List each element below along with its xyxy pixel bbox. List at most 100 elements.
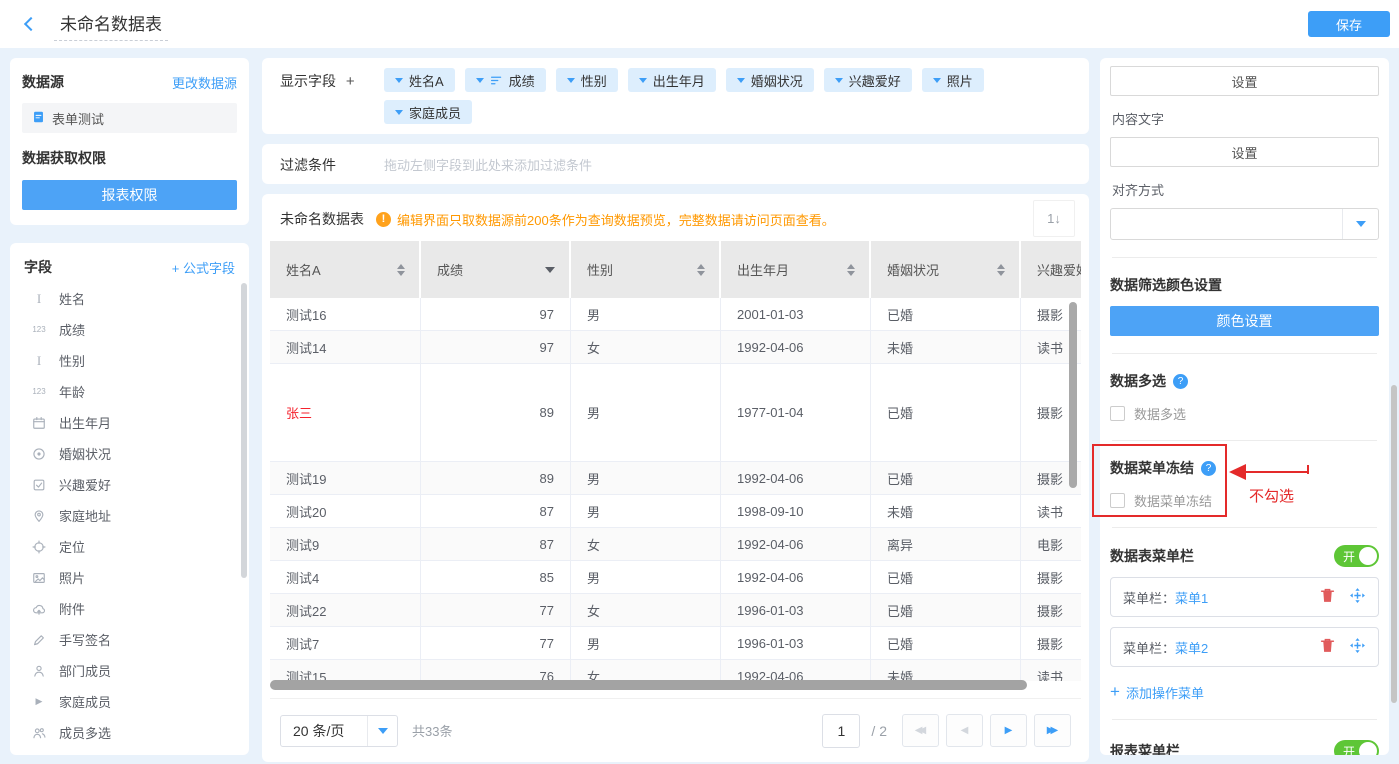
toggle-on-label: 开: [1343, 548, 1355, 565]
chip-label: 成绩: [509, 71, 535, 90]
cell-birth: 1992-04-06: [721, 331, 871, 363]
delete-icon[interactable]: [1319, 637, 1336, 657]
chevron-down-icon: [737, 78, 745, 83]
table-vertical-scrollbar[interactable]: [1069, 302, 1077, 488]
header-settings-button[interactable]: 设置: [1110, 66, 1379, 96]
column-header-姓名A[interactable]: 姓名A: [270, 241, 421, 298]
prev-page-button[interactable]: ◀: [946, 714, 983, 747]
field-item-成绩[interactable]: 123成绩: [10, 314, 249, 345]
help-icon[interactable]: ?: [1201, 461, 1216, 476]
field-item-年龄[interactable]: 123年龄: [10, 376, 249, 407]
menu-freeze-checkbox-row[interactable]: 数据菜单冻结: [1110, 491, 1379, 510]
field-item-兴趣爱好[interactable]: 兴趣爱好: [10, 469, 249, 500]
sort-order-tool[interactable]: 1↓: [1033, 200, 1075, 237]
add-formula-field-link[interactable]: + 公式字段: [172, 258, 235, 277]
divider: [1112, 719, 1377, 720]
add-menu-link[interactable]: + 添加操作菜单: [1110, 682, 1204, 702]
column-header-成绩[interactable]: 成绩: [421, 241, 571, 298]
color-settings-button[interactable]: 颜色设置: [1110, 306, 1379, 336]
menu-bar-name-link[interactable]: 菜单1: [1175, 588, 1208, 607]
display-field-chip-照片[interactable]: 照片: [922, 68, 984, 92]
table-row[interactable]: 测试2087男1998-09-10未婚读书: [270, 495, 1081, 528]
column-header-兴趣爱好[interactable]: 兴趣爱好: [1021, 241, 1081, 298]
menu-bar-name-link[interactable]: 菜单2: [1175, 638, 1208, 657]
table-row[interactable]: 测试1497女1992-04-06未婚读书: [270, 331, 1081, 364]
table-row[interactable]: 测试1576女1992-04-06未婚读书: [270, 660, 1081, 681]
content-settings-button[interactable]: 设置: [1110, 137, 1379, 167]
table-row[interactable]: 测试1989男1992-04-06已婚摄影: [270, 462, 1081, 495]
change-datasource-link[interactable]: 更改数据源: [172, 73, 237, 92]
field-item-定位[interactable]: 定位: [10, 531, 249, 562]
field-item-婚姻状况[interactable]: 婚姻状况: [10, 438, 249, 469]
cell-name: 测试22: [270, 594, 421, 626]
help-icon[interactable]: ?: [1173, 374, 1188, 389]
first-page-button[interactable]: ◀◀: [902, 714, 939, 747]
display-field-chip-成绩[interactable]: 成绩: [465, 68, 546, 92]
checkbox-unchecked[interactable]: [1110, 406, 1125, 421]
table-row[interactable]: 测试2277女1996-01-03已婚摄影: [270, 594, 1081, 627]
next-page-button[interactable]: ▶: [990, 714, 1027, 747]
cell-gender: 女: [571, 660, 721, 681]
column-header-婚姻状况[interactable]: 婚姻状况: [871, 241, 1021, 298]
add-display-field-button[interactable]: +: [346, 73, 355, 90]
divider: [1112, 353, 1377, 354]
display-field-chip-出生年月[interactable]: 出生年月: [628, 68, 716, 92]
table-row[interactable]: 测试1697男2001-01-03已婚摄影: [270, 298, 1081, 331]
table-menu-toggle[interactable]: 开: [1334, 545, 1379, 567]
sort-both-icon[interactable]: [997, 264, 1005, 276]
h-scrollbar-thumb[interactable]: [270, 680, 1027, 690]
field-item-家庭地址[interactable]: 家庭地址: [10, 500, 249, 531]
field-item-label: 性别: [59, 351, 85, 370]
page-title[interactable]: 未命名数据表: [54, 8, 168, 41]
field-item-部门成员[interactable]: 部门成员: [10, 655, 249, 686]
sort-both-icon[interactable]: [397, 264, 405, 276]
table-row[interactable]: 测试777男1996-01-03已婚摄影: [270, 627, 1081, 660]
multi-select-checkbox-row[interactable]: 数据多选: [1110, 404, 1379, 423]
move-icon[interactable]: [1349, 587, 1366, 607]
field-item-姓名[interactable]: I姓名: [10, 283, 249, 314]
cell-hobby: 摄影: [1021, 594, 1081, 626]
filter-dropzone[interactable]: 拖动左侧字段到此处来添加过滤条件: [384, 155, 592, 173]
column-header-性别[interactable]: 性别: [571, 241, 721, 298]
menu-bar-list: 菜单栏：菜单1菜单栏：菜单2: [1110, 577, 1379, 667]
toggle-on-label: 开: [1343, 743, 1355, 755]
move-icon[interactable]: [1349, 637, 1366, 657]
field-item-手写签名[interactable]: 手写签名: [10, 624, 249, 655]
cell-marital: 已婚: [871, 462, 1021, 494]
window-scrollbar[interactable]: [1391, 385, 1397, 703]
page-size-select[interactable]: 20 条/页: [280, 715, 398, 747]
delete-icon[interactable]: [1319, 587, 1336, 607]
field-item-出生年月[interactable]: 出生年月: [10, 407, 249, 438]
table-row[interactable]: 测试485男1992-04-06已婚摄影: [270, 561, 1081, 594]
last-page-button[interactable]: ▶▶: [1034, 714, 1071, 747]
cell-hobby: 读书: [1021, 495, 1081, 527]
annotation-arrow-tick: [1307, 465, 1309, 474]
table-horizontal-scrollbar[interactable]: [270, 680, 1081, 692]
field-item-家庭成员[interactable]: ▶家庭成员: [10, 686, 249, 717]
fields-scrollbar[interactable]: [241, 283, 247, 578]
display-field-chip-兴趣爱好[interactable]: 兴趣爱好: [824, 68, 912, 92]
table-row[interactable]: 测试987女1992-04-06离异电影: [270, 528, 1081, 561]
sort-desc-active-icon[interactable]: [545, 267, 555, 273]
field-item-成员多选[interactable]: 成员多选: [10, 717, 249, 748]
field-item-性别[interactable]: I性别: [10, 345, 249, 376]
chevron-down-icon: [476, 78, 484, 83]
display-field-chip-姓名A[interactable]: 姓名A: [384, 68, 455, 92]
display-field-chip-家庭成员[interactable]: 家庭成员: [384, 100, 472, 124]
datasource-item[interactable]: 表单测试: [22, 103, 237, 133]
display-field-chip-性别[interactable]: 性别: [556, 68, 618, 92]
field-item-附件[interactable]: 附件: [10, 593, 249, 624]
save-button[interactable]: 保存: [1308, 11, 1390, 37]
align-select[interactable]: [1110, 208, 1379, 240]
report-menu-toggle[interactable]: 开: [1334, 740, 1379, 755]
table-row[interactable]: 张三89男1977-01-04已婚摄影: [270, 364, 1081, 462]
checkbox-unchecked[interactable]: [1110, 493, 1125, 508]
report-permission-button[interactable]: 报表权限: [22, 180, 237, 210]
back-icon[interactable]: [24, 17, 38, 31]
display-field-chip-婚姻状况[interactable]: 婚姻状况: [726, 68, 814, 92]
page-number-input[interactable]: [822, 714, 860, 748]
column-header-出生年月[interactable]: 出生年月: [721, 241, 871, 298]
field-item-照片[interactable]: 照片: [10, 562, 249, 593]
sort-both-icon[interactable]: [847, 264, 855, 276]
sort-both-icon[interactable]: [697, 264, 705, 276]
